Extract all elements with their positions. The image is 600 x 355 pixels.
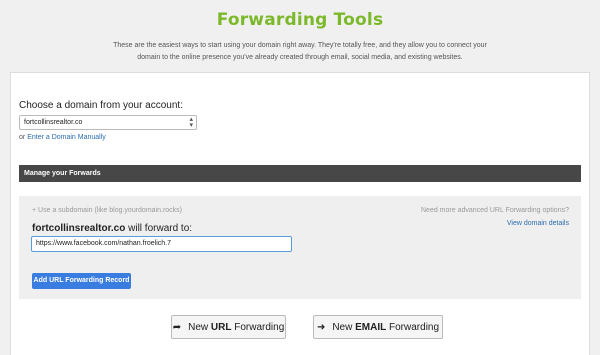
arrow-right-icon: ➜ [316,321,326,333]
new-email-forwarding-button[interactable]: ➜ New EMAIL Forwarding [313,315,443,339]
advanced-options-text: Need more advanced URL Forwarding option… [421,207,569,214]
manual-entry-line: or Enter a Domain Manually [19,134,106,141]
new-url-forwarding-button[interactable]: ➦ New URL Forwarding [171,315,286,339]
forward-url-input[interactable]: https://www.facebook.com/nathan.froelich… [31,236,292,252]
use-subdomain-toggle[interactable]: + Use a subdomain (like blog.yourdomain.… [32,207,182,214]
domain-select[interactable]: fortcollinsrealtor.co ▴ ▾ [19,115,197,130]
will-forward-text: will forward to: [128,223,193,234]
chevron-updown-icon: ▴ ▾ [189,116,193,129]
forwarding-card: Choose a domain from your account: fortc… [10,72,590,355]
or-text: or [19,134,26,141]
share-arrow-icon: ➦ [172,321,182,333]
forward-label: fortcollinsrealtor.co will forward to: [32,223,192,234]
plus-icon: + [32,207,37,214]
forward-panel: + Use a subdomain (like blog.yourdomain.… [19,196,581,299]
subdomain-hint: Use a subdomain (like blog.yourdomain.ro… [38,207,183,214]
intro-line-2: domain to the online presence you've alr… [137,54,463,61]
domain-select-value: fortcollinsrealtor.co [24,119,83,126]
intro-line-1: These are the easiest ways to start usin… [113,42,487,49]
add-url-forwarding-button[interactable]: Add URL Forwarding Record [32,273,131,289]
intro-text: These are the easiest ways to start usin… [100,40,500,64]
page-title: Forwarding Tools [216,10,384,30]
view-domain-details-link[interactable]: View domain details [507,220,569,227]
forward-domain: fortcollinsrealtor.co [32,223,126,234]
new-email-label: New EMAIL Forwarding [332,321,440,333]
new-url-label: New URL Forwarding [188,321,285,333]
enter-domain-manually-link[interactable]: Enter a Domain Manually [27,134,106,141]
manage-forwards-bar: Manage your Forwards [19,165,581,182]
choose-domain-label: Choose a domain from your account: [19,100,183,111]
